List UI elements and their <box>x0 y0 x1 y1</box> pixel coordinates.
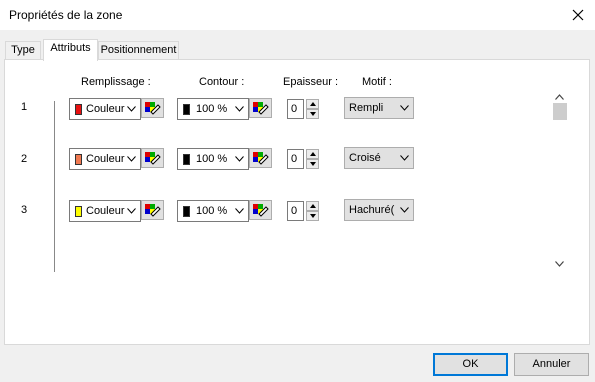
rows-divider <box>54 101 55 272</box>
outline-select-value: 100 % <box>196 103 228 115</box>
title-bar: Propriétés de la zone <box>0 0 595 30</box>
fill-select[interactable]: Couleur <box>69 98 141 120</box>
header-motif: Motif : <box>362 76 392 88</box>
scroll-down-button[interactable] <box>553 258 567 270</box>
scrollbar-thumb[interactable] <box>553 103 567 120</box>
motif-select[interactable]: Rempli <box>344 97 414 119</box>
header-contour: Contour : <box>199 76 245 88</box>
chevron-down-icon <box>235 106 244 112</box>
color-picker-icon <box>253 204 269 217</box>
window-title: Propriétés de la zone <box>9 8 123 22</box>
spin-up-button[interactable] <box>306 99 319 109</box>
color-picker-icon <box>253 152 269 165</box>
close-button[interactable] <box>561 0 595 30</box>
chevron-down-icon <box>235 208 244 214</box>
outline-select[interactable]: 100 % <box>177 148 249 170</box>
row-number: 2 <box>21 153 28 165</box>
fill-color-swatch <box>75 104 82 115</box>
spin-down-icon <box>310 162 316 166</box>
cancel-button[interactable]: Annuler <box>514 353 589 376</box>
thickness-spinner <box>306 99 319 119</box>
fill-color-swatch <box>75 206 82 217</box>
color-picker-icon <box>145 152 161 165</box>
fill-color-picker-button[interactable] <box>141 148 164 168</box>
ok-button[interactable]: OK <box>433 353 508 376</box>
fill-color-swatch <box>75 154 82 165</box>
chevron-up-icon <box>555 94 564 100</box>
outline-select[interactable]: 100 % <box>177 98 249 120</box>
row-number: 1 <box>21 101 28 113</box>
motif-select-value: Rempli <box>349 102 384 114</box>
outline-select-value: 100 % <box>196 205 228 217</box>
spin-down-icon <box>310 112 316 116</box>
header-remplissage: Remplissage : <box>81 76 151 88</box>
outline-color-picker-button[interactable] <box>249 200 272 220</box>
fill-select[interactable]: Couleur <box>69 200 141 222</box>
thickness-spinner <box>306 149 319 169</box>
outline-color-swatch <box>183 154 190 165</box>
spin-up-icon <box>310 102 316 106</box>
outline-color-picker-button[interactable] <box>249 148 272 168</box>
outline-select-value: 100 % <box>196 153 228 165</box>
thickness-spinner <box>306 201 319 221</box>
spin-up-button[interactable] <box>306 149 319 159</box>
thickness-input[interactable]: 0 <box>287 201 304 221</box>
spin-down-button[interactable] <box>306 159 319 169</box>
color-picker-icon <box>145 102 161 115</box>
outline-color-swatch <box>183 206 190 217</box>
thickness-input[interactable]: 0 <box>287 99 304 119</box>
thickness-input[interactable]: 0 <box>287 149 304 169</box>
spin-down-icon <box>310 214 316 218</box>
spin-down-button[interactable] <box>306 109 319 119</box>
motif-select[interactable]: Croisé <box>344 147 414 169</box>
outline-color-picker-button[interactable] <box>249 98 272 118</box>
tab-attributs[interactable]: Attributs <box>43 39 98 61</box>
chevron-down-icon <box>400 105 409 111</box>
spin-up-icon <box>310 152 316 156</box>
outline-color-swatch <box>183 104 190 115</box>
fill-select[interactable]: Couleur <box>69 148 141 170</box>
row-number: 3 <box>21 204 28 216</box>
motif-select-value: Croisé <box>349 152 381 164</box>
spin-down-button[interactable] <box>306 211 319 221</box>
chevron-down-icon <box>127 208 136 214</box>
chevron-down-icon <box>400 155 409 161</box>
spin-up-icon <box>310 204 316 208</box>
chevron-down-icon <box>127 106 136 112</box>
motif-select-value: Hachuré( <box>349 204 395 216</box>
tab-type[interactable]: Type <box>5 41 41 60</box>
fill-color-picker-button[interactable] <box>141 200 164 220</box>
chevron-down-icon <box>127 156 136 162</box>
spin-up-button[interactable] <box>306 201 319 211</box>
fill-select-value: Couleur <box>86 205 125 217</box>
chevron-down-icon <box>235 156 244 162</box>
outline-select[interactable]: 100 % <box>177 200 249 222</box>
fill-select-value: Couleur <box>86 103 125 115</box>
chevron-down-icon <box>555 261 564 267</box>
scroll-up-button[interactable] <box>553 91 567 103</box>
color-picker-icon <box>145 204 161 217</box>
motif-select[interactable]: Hachuré( <box>344 199 414 221</box>
color-picker-icon <box>253 102 269 115</box>
fill-select-value: Couleur <box>86 153 125 165</box>
chevron-down-icon <box>400 207 409 213</box>
tab-positionnement[interactable]: Positionnement <box>98 41 179 60</box>
fill-color-picker-button[interactable] <box>141 98 164 118</box>
header-epaisseur: Epaisseur : <box>283 76 339 88</box>
close-icon <box>572 9 584 21</box>
